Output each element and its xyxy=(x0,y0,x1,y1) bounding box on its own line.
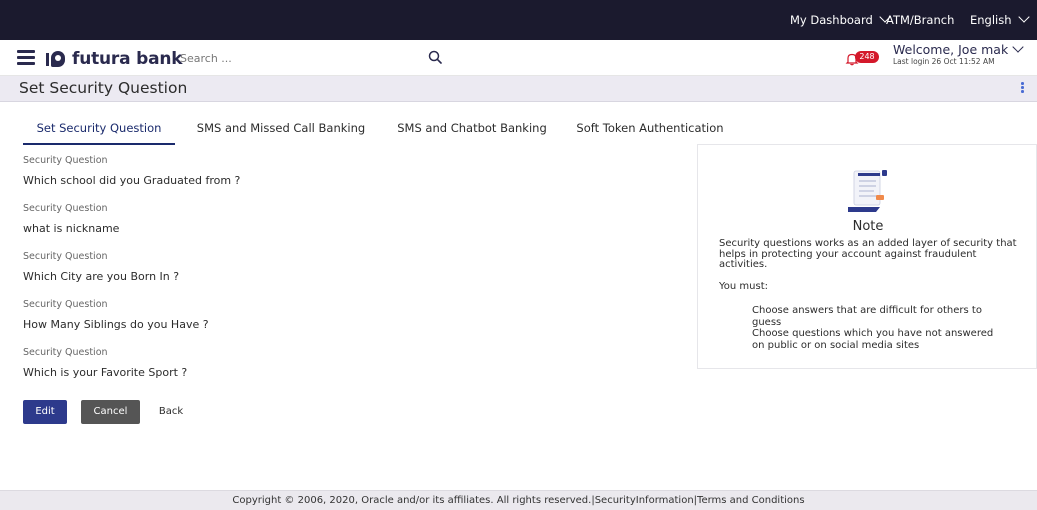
tab-sms-chatbot-banking[interactable]: SMS and Chatbot Banking xyxy=(394,113,550,145)
tab-bar: Set Security Question SMS and Missed Cal… xyxy=(0,113,1037,145)
user-profile-menu[interactable]: Welcome, Joe mak Last login 26 Oct 11:52… xyxy=(893,41,1033,66)
chevron-down-icon xyxy=(1012,41,1024,53)
document-illustration-icon xyxy=(848,170,887,212)
note-panel: Note Security questions works as an adde… xyxy=(697,144,1037,369)
language-label: English xyxy=(970,13,1012,27)
search-input[interactable] xyxy=(180,48,440,68)
security-question-value: Which school did you Graduated from ? xyxy=(23,174,241,187)
note-title: Note xyxy=(852,219,884,234)
note-list: Choose answers that are difficult for ot… xyxy=(752,305,1007,351)
chevron-down-icon xyxy=(1017,11,1030,23)
security-question-label: Security Question xyxy=(23,347,108,358)
security-information-link[interactable]: SecurityInformation xyxy=(595,495,694,506)
security-question-label: Security Question xyxy=(23,155,108,166)
cancel-button[interactable]: Cancel xyxy=(81,400,140,424)
security-question-label: Security Question xyxy=(23,203,108,214)
security-question-label: Security Question xyxy=(23,251,108,262)
tab-soft-token-authentication[interactable]: Soft Token Authentication xyxy=(567,113,733,145)
brand-logo[interactable]: futura bank xyxy=(46,48,183,70)
security-question-value: How Many Siblings do you Have ? xyxy=(23,318,209,331)
note-paragraph: Security questions works as an added lay… xyxy=(719,238,1017,270)
security-question-value: what is nickname xyxy=(23,222,120,235)
page-title: Set Security Question xyxy=(19,79,188,97)
page-title-bar: Set Security Question xyxy=(0,76,1037,102)
back-button[interactable]: Back xyxy=(155,400,187,424)
copyright-text: Copyright © 2006, 2020, Oracle and/or it… xyxy=(232,495,592,506)
footer: Copyright © 2006, 2020, Oracle and/or it… xyxy=(0,490,1037,510)
brand-name: futura bank xyxy=(72,49,183,69)
my-dashboard-label: My Dashboard xyxy=(790,13,873,27)
edit-button[interactable]: Edit xyxy=(23,400,67,424)
search-icon[interactable] xyxy=(428,50,442,64)
top-navigation-bar: My Dashboard ATM/Branch English xyxy=(0,0,1037,40)
security-question-value: Which City are you Born In ? xyxy=(23,270,180,283)
my-dashboard-menu[interactable]: My Dashboard xyxy=(790,0,891,40)
atm-branch-label: ATM/Branch xyxy=(886,13,955,27)
hamburger-icon[interactable] xyxy=(17,50,35,65)
atm-branch-link[interactable]: ATM/Branch xyxy=(886,0,954,40)
note-must-label: You must: xyxy=(719,281,768,292)
kebab-icon[interactable] xyxy=(1021,82,1027,96)
last-login-text: Last login 26 Oct 11:52 AM xyxy=(893,57,995,66)
terms-and-conditions-link[interactable]: Terms and Conditions xyxy=(697,495,805,506)
note-list-item: Choose answers that are difficult for ot… xyxy=(752,305,982,328)
welcome-text: Welcome, Joe mak xyxy=(893,42,1009,57)
header: futura bank 248 Welcome, Joe mak Last lo… xyxy=(0,40,1037,76)
brand-mark-icon xyxy=(46,50,68,68)
note-list-item: Choose questions which you have not answ… xyxy=(752,328,994,351)
security-question-value: Which is your Favorite Sport ? xyxy=(23,366,188,379)
tab-set-security-question[interactable]: Set Security Question xyxy=(23,113,175,145)
notification-badge: 248 xyxy=(855,51,879,63)
security-question-label: Security Question xyxy=(23,299,108,310)
tab-sms-missed-call-banking[interactable]: SMS and Missed Call Banking xyxy=(192,113,370,145)
language-selector[interactable]: English xyxy=(970,0,1030,40)
